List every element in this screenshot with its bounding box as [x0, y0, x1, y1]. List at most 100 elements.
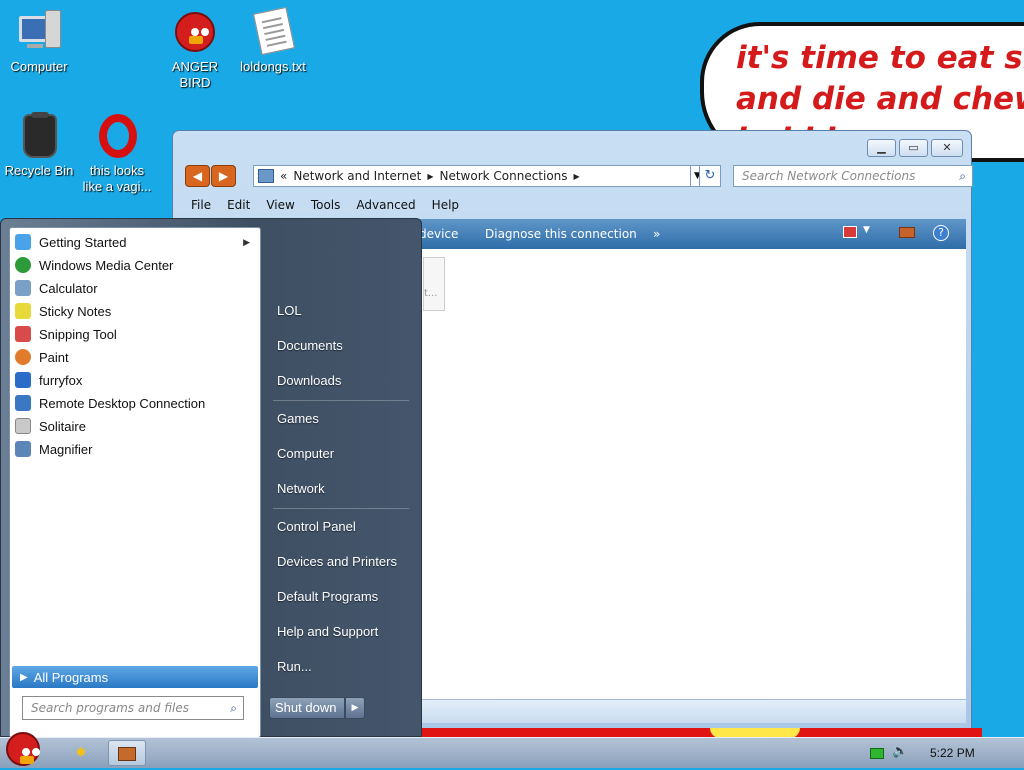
place-lol[interactable]: LOL: [277, 303, 302, 318]
nav-buttons: ◀ ▶: [185, 165, 237, 187]
breadcrumb-network-connections[interactable]: Network Connections: [439, 169, 567, 183]
calculator-icon: [15, 280, 31, 296]
command-device[interactable]: device: [419, 227, 458, 241]
desktop-icon-computer[interactable]: Computer: [0, 8, 78, 75]
sun-icon: ✸: [75, 745, 87, 761]
angry-bird-icon: [171, 8, 219, 56]
program-calculator[interactable]: Calculator: [12, 277, 258, 299]
desktop-icon-label: loldongs.txt: [240, 59, 306, 74]
desktop-icon-label: Computer: [10, 59, 68, 74]
place-default-programs[interactable]: Default Programs: [277, 589, 378, 604]
system-tray: 🔈 5:22 PM: [854, 738, 1024, 769]
start-button[interactable]: [2, 730, 48, 768]
minimize-button[interactable]: ▁: [867, 139, 896, 157]
program-label: Solitaire: [39, 418, 86, 434]
all-programs-label: All Programs: [33, 669, 109, 685]
remote-desktop-icon: [15, 395, 31, 411]
address-row: ◀ ▶ « Network and Internet ▶ Network Con…: [183, 163, 973, 189]
maximize-button[interactable]: ▭: [899, 139, 928, 157]
breadcrumb-separator-icon[interactable]: ▶: [427, 172, 433, 181]
program-snipping-tool[interactable]: Snipping Tool: [12, 323, 258, 345]
close-button[interactable]: ✕: [931, 139, 963, 157]
place-downloads[interactable]: Downloads: [277, 373, 341, 388]
back-button[interactable]: ◀: [185, 165, 210, 187]
address-bar[interactable]: « Network and Internet ▶ Network Connect…: [253, 165, 691, 187]
command-diagnose[interactable]: Diagnose this connection: [485, 227, 637, 241]
separator: [273, 400, 409, 401]
network-connections-icon: [118, 747, 136, 761]
place-network[interactable]: Network: [277, 481, 325, 496]
search-icon[interactable]: ⌕: [959, 166, 966, 186]
program-getting-started[interactable]: Getting Started ▶: [12, 231, 258, 253]
recycle-bin-icon: [15, 112, 63, 160]
menu-file[interactable]: File: [183, 195, 219, 217]
desktop-icon-recycle-bin[interactable]: Recycle Bin: [0, 112, 78, 179]
triangle-right-icon: ▶: [20, 671, 28, 683]
chevron-down-icon[interactable]: ▼: [863, 225, 870, 235]
start-search-input[interactable]: Search programs and files ⌕: [22, 696, 244, 720]
forward-button[interactable]: ▶: [211, 165, 236, 187]
all-programs-button[interactable]: ▶ All Programs: [12, 666, 258, 688]
network-status-icon[interactable]: [870, 748, 884, 759]
shut-down-button[interactable]: Shut down: [269, 697, 345, 719]
program-windows-media-center[interactable]: Windows Media Center: [12, 254, 258, 276]
snipping-tool-icon: [15, 326, 31, 342]
program-sticky-notes[interactable]: Sticky Notes: [12, 300, 258, 322]
taskbar: ✸ 🔈 5:22 PM: [0, 732, 1024, 769]
window-controls: ▁ ▭ ✕: [867, 139, 963, 157]
refresh-button[interactable]: ↻: [699, 165, 721, 187]
place-documents[interactable]: Documents: [277, 338, 343, 353]
breadcrumb-prefix[interactable]: «: [280, 169, 287, 183]
place-games[interactable]: Games: [277, 411, 319, 426]
menu-view[interactable]: View: [258, 195, 302, 217]
view-options-icon[interactable]: [843, 226, 857, 238]
shut-down-options-button[interactable]: ▶: [345, 697, 365, 719]
clock[interactable]: 5:22 PM: [930, 746, 975, 760]
taskbar-pinned-app[interactable]: ✸: [62, 740, 100, 766]
text-file-icon: [249, 6, 297, 56]
breadcrumb-separator-icon[interactable]: ▶: [574, 172, 580, 181]
magnifier-icon: [15, 441, 31, 457]
program-label: Sticky Notes: [39, 303, 112, 319]
help-icon[interactable]: ?: [933, 225, 949, 241]
program-solitaire[interactable]: Solitaire: [12, 415, 258, 437]
menu-tools[interactable]: Tools: [303, 195, 349, 217]
submenu-arrow-icon: ▶: [243, 236, 250, 247]
desktop-icon-anger-bird[interactable]: ANGER BIRD: [156, 8, 234, 91]
menu-advanced[interactable]: Advanced: [348, 195, 423, 217]
connection-item[interactable]: t...: [423, 257, 445, 311]
program-label: Remote Desktop Connection: [39, 395, 206, 411]
place-run[interactable]: Run...: [277, 659, 312, 674]
desktop-icon-label: Recycle Bin: [4, 163, 74, 178]
opera-icon: [93, 112, 141, 160]
program-label: Snipping Tool: [39, 326, 117, 342]
menu-help[interactable]: Help: [424, 195, 467, 217]
place-devices-printers[interactable]: Devices and Printers: [277, 554, 397, 569]
place-help-support[interactable]: Help and Support: [277, 624, 378, 639]
volume-icon[interactable]: 🔈: [892, 744, 908, 759]
solitaire-icon: [15, 418, 31, 434]
preview-pane-icon[interactable]: [899, 227, 915, 238]
paint-icon: [15, 349, 31, 365]
start-menu: Getting Started ▶ Windows Media Center C…: [0, 218, 422, 738]
program-remote-desktop[interactable]: Remote Desktop Connection: [12, 392, 258, 414]
taskbar-network-connections[interactable]: [108, 740, 146, 766]
explorer-search-input[interactable]: Search Network Connections ⌕: [733, 165, 973, 187]
desktop-icon-opera[interactable]: this looks like a vagi...: [78, 112, 156, 195]
menu-bar: File Edit View Tools Advanced Help: [183, 195, 963, 217]
breadcrumb-network-internet[interactable]: Network and Internet: [293, 169, 421, 183]
desktop-icon-loldongs[interactable]: loldongs.txt: [234, 6, 312, 75]
place-computer[interactable]: Computer: [277, 446, 334, 461]
program-magnifier[interactable]: Magnifier: [12, 438, 258, 460]
program-label: Windows Media Center: [39, 257, 174, 273]
computer-icon: [15, 8, 63, 56]
start-places: LOL Documents Downloads Games Computer N…: [267, 219, 417, 738]
program-furryfox[interactable]: furryfox: [12, 369, 258, 391]
place-control-panel[interactable]: Control Panel: [277, 519, 356, 534]
search-icon[interactable]: ⌕: [230, 697, 237, 719]
program-label: furryfox: [39, 372, 83, 388]
getting-started-icon: [15, 234, 31, 250]
command-more[interactable]: »: [653, 227, 660, 241]
program-paint[interactable]: Paint: [12, 346, 258, 368]
menu-edit[interactable]: Edit: [219, 195, 258, 217]
